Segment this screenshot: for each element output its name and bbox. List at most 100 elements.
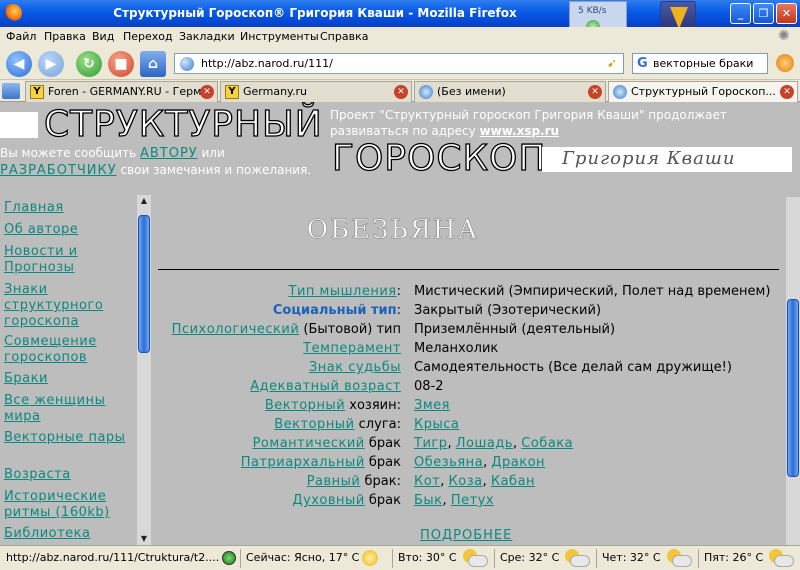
list-tabs-icon[interactable] [2, 83, 20, 99]
row-label-text: слуга: [354, 417, 401, 432]
tab-horoscope[interactable]: Структурный Гороскоп... ✕ [608, 81, 798, 102]
sidebar-item-signs[interactable]: Знаки структурного гороскопа [4, 282, 129, 330]
weather-fri: Пят: 26° C [704, 551, 764, 564]
address-bar[interactable]: http://abz.narod.ru/111/ ➹ [174, 53, 624, 74]
adequate-age-link[interactable]: Адекватный возраст [250, 379, 401, 394]
patriarchal-link[interactable]: Патриархальный [241, 455, 365, 470]
minimize-button[interactable]: _ [730, 3, 751, 24]
row-label: Социальный тип: [273, 303, 401, 318]
sidebar-item-library[interactable]: Библиотека [4, 526, 129, 542]
romantic-link[interactable]: Романтический [253, 436, 365, 451]
row-value: Кот, Коза, Кабан [414, 474, 536, 489]
sign-link[interactable]: Кот [414, 474, 440, 489]
sidebar-item-marriages[interactable]: Браки [4, 371, 129, 387]
close-button[interactable]: ✕ [776, 3, 797, 24]
tab-close-icon[interactable]: ✕ [588, 85, 602, 99]
sidebar-item-ages[interactable]: Возраста [4, 467, 129, 483]
sign-link[interactable]: Бык [414, 493, 443, 508]
developer-link[interactable]: РАЗРАБОТЧИКУ [0, 163, 117, 178]
row-value: Самодеятельность (Все делай сам дружище!… [414, 360, 732, 375]
sidebar-item-rhythms[interactable]: Исторические ритмы (160kb) [4, 489, 129, 521]
thinking-type-link[interactable]: Тип мышления [289, 284, 397, 299]
sign-link[interactable]: Крыса [414, 417, 459, 432]
project-link[interactable]: www.xsp.ru [480, 124, 560, 138]
row-vector-master: Векторный хозяин: Змея [158, 398, 783, 417]
sidebar-item-compatibility[interactable]: Совмещение гороскопов [4, 334, 129, 366]
sign-link[interactable]: Змея [414, 398, 450, 413]
author-link[interactable]: АВТОРУ [140, 146, 198, 161]
home-button[interactable]: ⌂ [140, 51, 166, 77]
scroll-thumb[interactable] [138, 215, 150, 353]
fate-sign-link[interactable]: Знак судьбы [309, 360, 401, 375]
row-value: Меланхолик [414, 341, 499, 356]
row-value: Приземлённый (деятельный) [414, 322, 616, 337]
sign-link[interactable]: Лошадь [456, 436, 513, 451]
row-value: Обезьяна, Дракон [414, 455, 546, 470]
loading-icon [613, 85, 627, 99]
tab-foren[interactable]: Y Foren - GERMANY.RU - Герм... ✕ [25, 81, 218, 102]
go-arrow-icon[interactable]: ➹ [607, 56, 617, 70]
row-label: Тип мышления: [289, 284, 401, 299]
stop-button[interactable]: ■ [108, 51, 134, 77]
scroll-down-icon[interactable]: ▼ [137, 533, 151, 545]
menu-go[interactable]: Переход [123, 30, 173, 43]
search-text: векторные браки [653, 57, 754, 70]
vector-link[interactable]: Векторный [274, 417, 354, 432]
psych-type-link[interactable]: Психологический [172, 322, 300, 337]
sign-link[interactable]: Кабан [491, 474, 535, 489]
tab-close-icon[interactable]: ✕ [200, 85, 214, 99]
divider [158, 269, 779, 270]
tab-close-icon[interactable]: ✕ [780, 85, 794, 99]
navigation-toolbar: ◀ ▶ ↻ ■ ⌂ http://abz.narod.ru/111/ ➹ G в… [0, 47, 800, 80]
vector-link[interactable]: Векторный [265, 398, 345, 413]
back-button[interactable]: ◀ [6, 51, 32, 77]
temperament-link[interactable]: Темперамент [303, 341, 401, 356]
tab-label: Foren - GERMANY.RU - Герм... [48, 85, 212, 98]
contact-or: или [201, 146, 225, 160]
menu-view[interactable]: Вид [92, 30, 114, 43]
forward-button[interactable]: ▶ [38, 51, 64, 77]
extension-icon[interactable] [776, 54, 794, 72]
sidebar-item-vector-pairs[interactable]: Векторные пары [4, 430, 129, 446]
security-icon[interactable] [222, 551, 236, 565]
page-scrollbar[interactable] [786, 197, 800, 545]
menu-help[interactable]: Справка [320, 30, 368, 43]
tab-germany[interactable]: Y Germany.ru ✕ [220, 81, 412, 102]
sign-link[interactable]: Собака [521, 436, 573, 451]
sign-link[interactable]: Петух [451, 493, 494, 508]
sign-link[interactable]: Тигр [414, 436, 447, 451]
contact-prefix: Вы можете сообщить [0, 146, 137, 160]
sign-link[interactable]: Коза [449, 474, 483, 489]
tab-untitled[interactable]: (Без имени) ✕ [414, 81, 606, 102]
divider [240, 549, 241, 568]
search-input[interactable]: G векторные браки [632, 53, 768, 74]
sign-link[interactable]: Дракон [491, 455, 545, 470]
menu-tools[interactable]: Инструменты [240, 30, 319, 43]
status-bar: http://abz.narod.ru/111/Ctruktura/t2....… [0, 545, 800, 570]
row-label-text: хозяин: [345, 398, 401, 413]
sidebar-item-news[interactable]: Новости и Прогнозы [4, 244, 129, 276]
scroll-up-icon[interactable]: ▲ [137, 195, 151, 207]
sidebar-item-women[interactable]: Все женщины мира [4, 393, 129, 425]
spiritual-link[interactable]: Духовный [292, 493, 364, 508]
menu-file[interactable]: Файл [6, 30, 36, 43]
row-label: Адекватный возраст [250, 379, 401, 394]
more-link[interactable]: ПОДРОБНЕЕ [420, 528, 512, 543]
sign-link[interactable]: Обезьяна [414, 455, 483, 470]
social-type-link[interactable]: Социальный тип [273, 303, 397, 318]
row-patriarchal-marriage: Патриархальный брак Обезьяна, Дракон [158, 455, 783, 474]
scroll-thumb[interactable] [787, 299, 799, 477]
storm-icon [766, 549, 794, 567]
row-adequate-age: Адекватный возраст 08-2 [158, 379, 783, 398]
menu-edit[interactable]: Правка [44, 30, 86, 43]
equal-link[interactable]: Равный [307, 474, 361, 489]
reload-button[interactable]: ↻ [76, 51, 102, 77]
maximize-button[interactable]: ❐ [753, 3, 774, 24]
tab-close-icon[interactable]: ✕ [394, 85, 408, 99]
sidebar-nav: Главная Об авторе Новости и Прогнозы Зна… [0, 197, 136, 545]
sidebar-scrollbar[interactable]: ▲ ▼ [137, 195, 151, 545]
sidebar-item-about[interactable]: Об авторе [4, 222, 129, 238]
row-label-text: : [396, 284, 401, 299]
menu-bookmarks[interactable]: Закладки [179, 30, 235, 43]
sidebar-item-home[interactable]: Главная [4, 200, 129, 216]
